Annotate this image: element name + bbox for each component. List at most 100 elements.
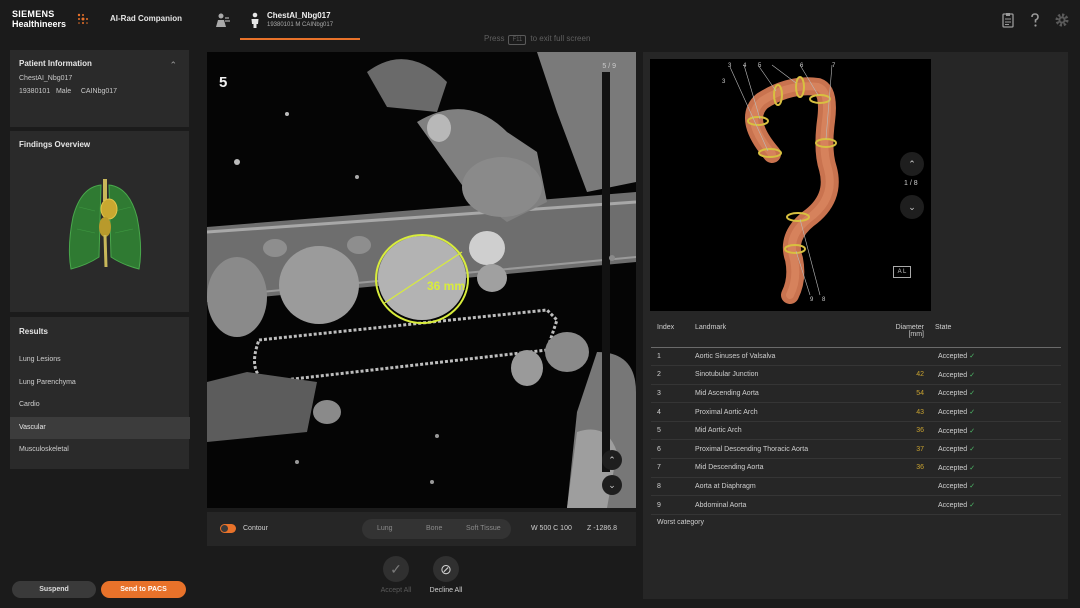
row-diameter: 54 (863, 384, 935, 404)
result-item-cardio[interactable]: Cardio (10, 394, 190, 416)
row-diameter (863, 347, 935, 367)
hint-key: F11 (508, 35, 527, 45)
landmark-label-5: 5 (758, 63, 762, 69)
siemens-healthineers-logo: SIEMENS Healthineers (12, 9, 66, 29)
patient-tab[interactable]: ChestAI_Nbg017 19380101 M CAINbg017 (240, 0, 360, 40)
row-index: 6 (651, 439, 695, 460)
check-icon: ✓ (969, 427, 976, 435)
row-index: 1 (651, 347, 695, 367)
row-index: 9 (651, 495, 695, 515)
fullscreen-hint: Press F11 to exit full screen (484, 34, 590, 45)
check-icon: ✓ (969, 390, 976, 398)
preset-soft-tissue[interactable]: Soft Tissue (466, 525, 501, 532)
landmark-label-7: 7 (832, 63, 836, 69)
table-row[interactable]: 4 Proximal Aortic Arch 43 Accepted ✓ (651, 402, 1061, 422)
patient-information-title: Patient Information (19, 59, 92, 68)
row-landmark: Aorta at Diaphragm (695, 477, 863, 497)
table-row[interactable]: 3 Mid Ascending Aorta 54 Accepted ✓ (651, 384, 1061, 404)
landmark-label-3: 3 (722, 79, 726, 85)
row-diameter: 42 (863, 365, 935, 385)
table-row[interactable]: 2 Sinotubular Junction 42 Accepted ✓ (651, 365, 1061, 385)
next-view-chevron-down-icon[interactable]: ⌄ (900, 195, 924, 219)
report-icon[interactable] (1000, 12, 1016, 28)
result-item-musculoskeletal[interactable]: Musculoskeletal (10, 439, 190, 461)
hint-suffix: to exit full screen (530, 34, 591, 43)
aorta-3d-rendering: 3 3 4 5 6 7 9 8 (722, 63, 839, 304)
row-state-label: Accepted (938, 427, 968, 435)
check-icon: ✓ (969, 446, 976, 454)
view3d-page-indicator: 1 / 8 (904, 180, 918, 187)
collapse-chevron-up-icon[interactable]: ⌃ (169, 60, 177, 71)
row-diameter (863, 477, 935, 497)
viewport-number: 5 (219, 74, 228, 91)
patient-details: 19380101 Male CAINbg017 (19, 88, 118, 95)
slice-down-chevron-down-icon[interactable]: ⌄ (602, 475, 622, 495)
ct-viewer[interactable]: 5 5 / 9 36 mm ⌃ ⌄ (207, 52, 636, 508)
row-state[interactable]: Accepted ✓ (935, 458, 1061, 478)
row-state[interactable]: Accepted ✓ (935, 365, 1061, 385)
contour-toggle[interactable] (220, 524, 236, 533)
header-diameter-label: Diameter (895, 324, 924, 331)
table-row[interactable]: 5 Mid Aortic Arch 36 Accepted ✓ (651, 421, 1061, 441)
landmark-label-3b: 3 (728, 63, 732, 69)
table-row[interactable]: 6 Proximal Descending Thoracic Aorta 37 Acc… (651, 439, 1061, 460)
row-diameter: 36 (863, 458, 935, 478)
row-state[interactable]: Accepted ✓ (935, 347, 1061, 367)
row-state-label: Accepted (938, 483, 968, 491)
check-icon: ✓ (969, 483, 976, 491)
check-icon: ✓ (969, 464, 976, 472)
check-icon: ✓ (969, 371, 976, 379)
result-item-vascular[interactable]: Vascular (10, 417, 190, 439)
header-landmark: Landmark (695, 321, 863, 348)
results-panel: Results Lung Lesions Lung Parenchyma Car… (10, 317, 190, 469)
row-state[interactable]: Accepted ✓ (935, 384, 1061, 404)
slice-up-chevron-up-icon[interactable]: ⌃ (602, 450, 622, 470)
landmark-table-header: Index Landmark Diameter [mm] State (651, 321, 1061, 348)
patient-tab-sub: 19380101 M CAINbg017 (267, 22, 334, 28)
header-index: Index (651, 321, 695, 348)
row-state-label: Accepted (938, 409, 968, 417)
window-center-values: W 500 C 100 (531, 525, 572, 532)
row-index: 5 (651, 421, 695, 441)
brand-dots-icon (77, 13, 88, 24)
send-to-pacs-button[interactable]: Send to PACS (101, 581, 186, 598)
row-landmark: Sinotubular Junction (695, 365, 863, 385)
slice-indicator: 5 / 9 (602, 63, 616, 70)
preset-lung[interactable]: Lung (377, 525, 393, 532)
settings-icon[interactable] (1054, 12, 1070, 28)
table-row[interactable]: 8 Aorta at Diaphragm Accepted ✓ (651, 477, 1061, 497)
row-state[interactable]: Accepted ✓ (935, 439, 1061, 460)
aorta-3d-view[interactable]: 3 3 4 5 6 7 9 8 (650, 59, 931, 311)
preset-bone[interactable]: Bone (426, 525, 442, 532)
table-row[interactable]: 1 Aortic Sinuses of Valsalva Accepted ✓ (651, 347, 1061, 367)
patient-tab-name: ChestAI_Nbg017 (267, 11, 331, 20)
result-item-lung-parenchyma[interactable]: Lung Parenchyma (10, 372, 190, 394)
help-icon[interactable] (1027, 12, 1043, 28)
landmark-label-9: 9 (810, 297, 814, 303)
row-state[interactable]: Accepted ✓ (935, 402, 1061, 422)
table-row[interactable]: 7 Mid Descending Aorta 36 Accepted ✓ (651, 458, 1061, 478)
row-landmark: Mid Descending Aorta (695, 458, 863, 478)
decline-all-label: Decline All (429, 587, 463, 594)
worklist-icon[interactable] (214, 12, 232, 28)
person-icon (251, 12, 259, 28)
row-state-label: Accepted (938, 353, 968, 361)
row-landmark: Proximal Descending Thoracic Aorta (695, 439, 863, 460)
row-state[interactable]: Accepted ✓ (935, 495, 1061, 515)
result-item-lung-lesions[interactable]: Lung Lesions (10, 349, 190, 371)
prev-view-chevron-up-icon[interactable]: ⌃ (900, 152, 924, 176)
row-state[interactable]: Accepted ✓ (935, 421, 1061, 441)
row-diameter (863, 495, 935, 515)
row-state-label: Accepted (938, 502, 968, 510)
decline-all-button[interactable]: ⊘ Decline All (416, 556, 476, 594)
ct-axial-image (207, 52, 636, 508)
table-row[interactable]: 9 Abdominal Aorta Accepted ✓ (651, 495, 1061, 515)
suspend-button[interactable]: Suspend (12, 581, 96, 598)
row-diameter: 37 (863, 439, 935, 460)
header-state: State (935, 321, 1061, 348)
row-state[interactable]: Accepted ✓ (935, 477, 1061, 497)
row-diameter: 36 (863, 421, 935, 441)
row-index: 2 (651, 365, 695, 385)
header-diameter: Diameter [mm] (863, 321, 935, 348)
lungs-illustration[interactable] (65, 177, 145, 273)
